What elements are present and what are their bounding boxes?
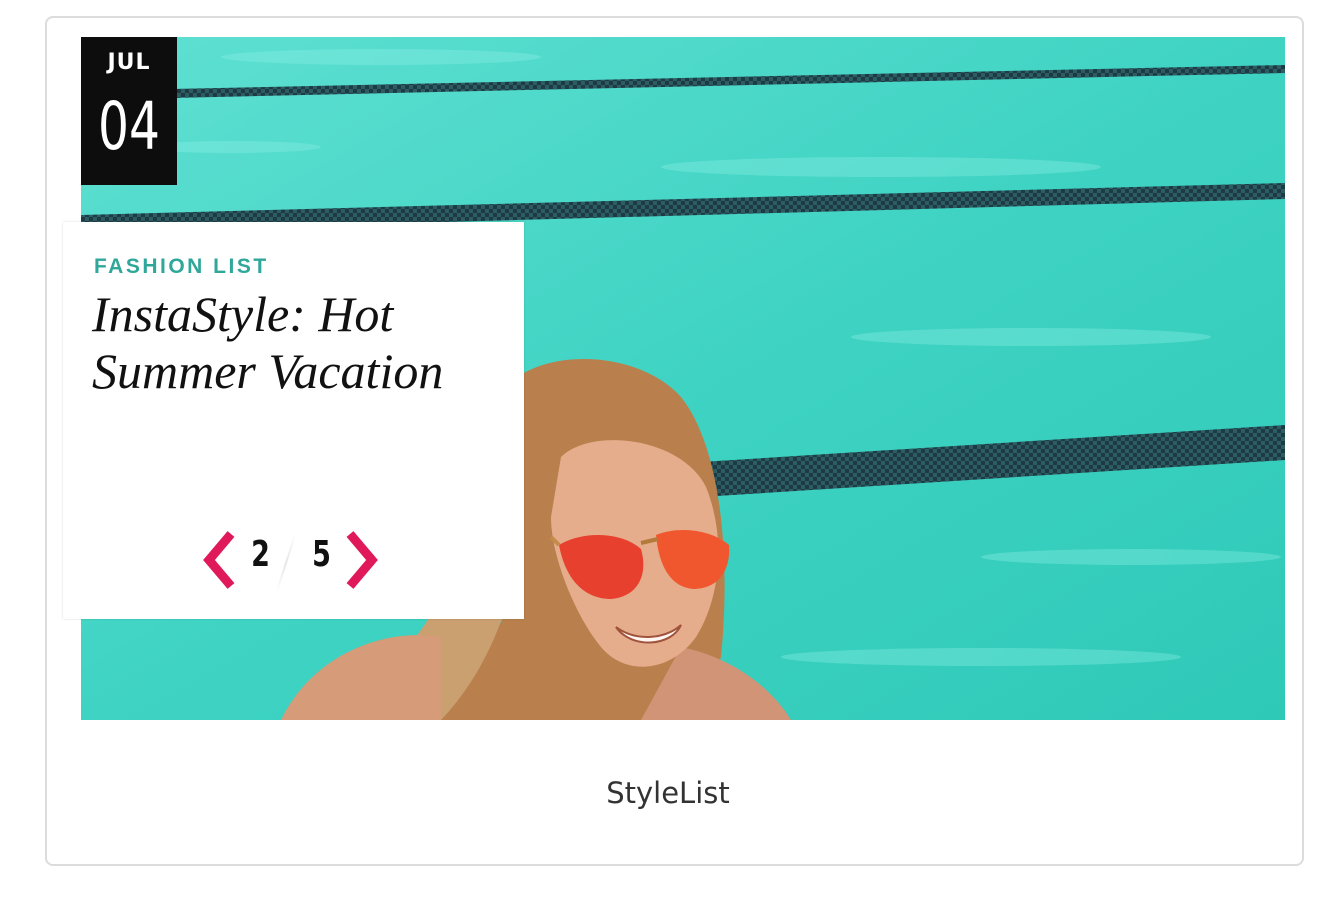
category-label[interactable]: FASHION LIST <box>94 255 269 279</box>
pager-current-page: 2 <box>251 534 270 575</box>
slide-pager: 2 5 <box>201 530 381 593</box>
source-caption: StyleList <box>606 776 730 810</box>
pager-total-pages: 5 <box>312 534 331 575</box>
chevron-right-icon[interactable] <box>344 530 380 590</box>
slide-headline[interactable]: InstaStyle: Hot Summer Vacation <box>92 286 512 400</box>
date-badge: JUL 04 <box>81 37 177 185</box>
slide-info-panel: FASHION LIST InstaStyle: Hot Summer Vaca… <box>63 222 524 619</box>
date-month: JUL <box>107 50 151 75</box>
chevron-left-icon[interactable] <box>201 530 237 590</box>
pager-divider <box>275 533 297 593</box>
date-day: 04 <box>98 88 160 165</box>
